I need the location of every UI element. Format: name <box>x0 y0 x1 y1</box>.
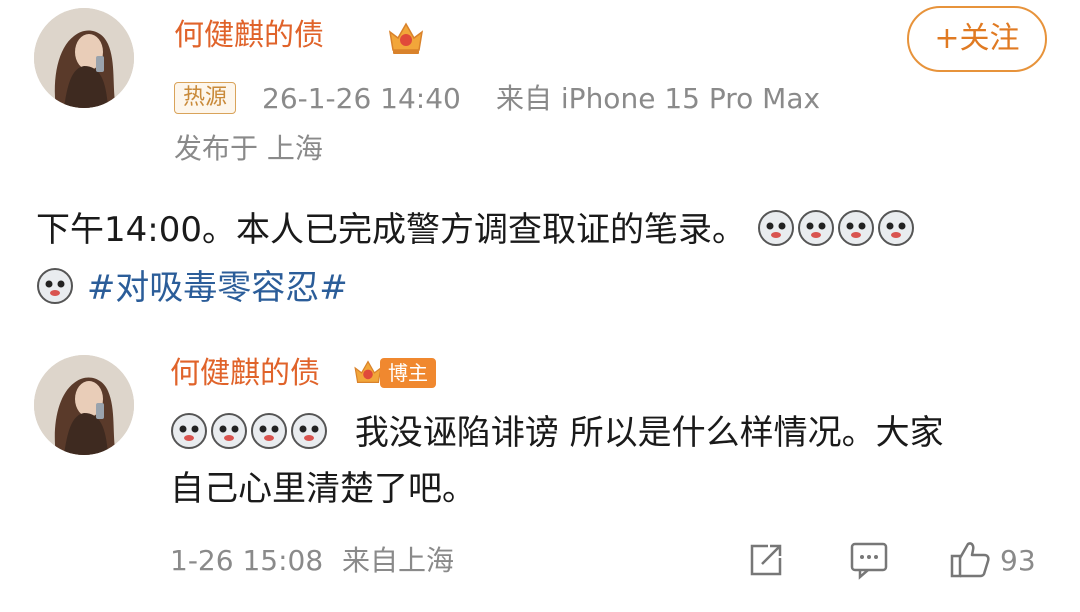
reply-author-name[interactable]: 何健麒的债 <box>170 356 320 392</box>
husky-emoji-icon <box>251 413 287 449</box>
husky-emoji-icon <box>211 413 247 449</box>
post-text: 下午14:00。本人已完成警方调查取证的笔录。 <box>36 208 917 252</box>
vip-crown-icon <box>388 22 424 54</box>
post-source: 来自 iPhone 15 Pro Max <box>496 82 821 115</box>
husky-emoji-icon <box>837 210 874 246</box>
avatar-photo-icon <box>34 8 134 108</box>
like-icon[interactable] <box>948 538 992 580</box>
husky-emoji-icon <box>171 413 207 449</box>
reply-author-avatar[interactable] <box>34 355 134 455</box>
follow-button[interactable]: +关注 <box>907 6 1047 72</box>
husky-emoji-icon <box>291 413 327 449</box>
post-text-line: 下午14:00。本人已完成警方调查取证的笔录。 <box>36 210 746 250</box>
post-timestamp: 26-1-26 14:40 <box>262 82 461 115</box>
blogger-badge: 博主 <box>380 358 436 388</box>
reply-timestamp: 1-26 15:08 <box>170 544 324 577</box>
husky-emoji-icon <box>877 210 914 246</box>
reply-source: 来自上海 <box>342 544 455 577</box>
hot-source-tag: 热源 <box>174 82 237 114</box>
avatar-photo-icon <box>34 355 134 455</box>
post-author-avatar[interactable] <box>34 8 134 108</box>
husky-emoji-icon <box>757 210 794 246</box>
comment-icon[interactable] <box>848 540 890 580</box>
hashtag-link[interactable]: #对吸毒零容忍# <box>87 268 348 308</box>
post-hashtag-line: #对吸毒零容忍# <box>36 266 348 310</box>
like-count: 93 <box>1000 544 1036 577</box>
share-icon[interactable] <box>746 540 786 580</box>
post-location: 发布于 上海 <box>174 132 323 165</box>
reply-text-line-2: 自己心里清楚了吧。 <box>170 469 476 509</box>
husky-emoji-icon <box>797 210 834 246</box>
husky-emoji-icon <box>37 268 73 304</box>
emoji-group <box>757 210 917 250</box>
post-author-name[interactable]: 何健麒的债 <box>174 18 324 54</box>
reply-text-part: 我没诬陷诽谤 所以是什么样情况。大家 <box>354 413 944 453</box>
reply-text-line: 我没诬陷诽谤 所以是什么样情况。大家 <box>170 408 944 458</box>
